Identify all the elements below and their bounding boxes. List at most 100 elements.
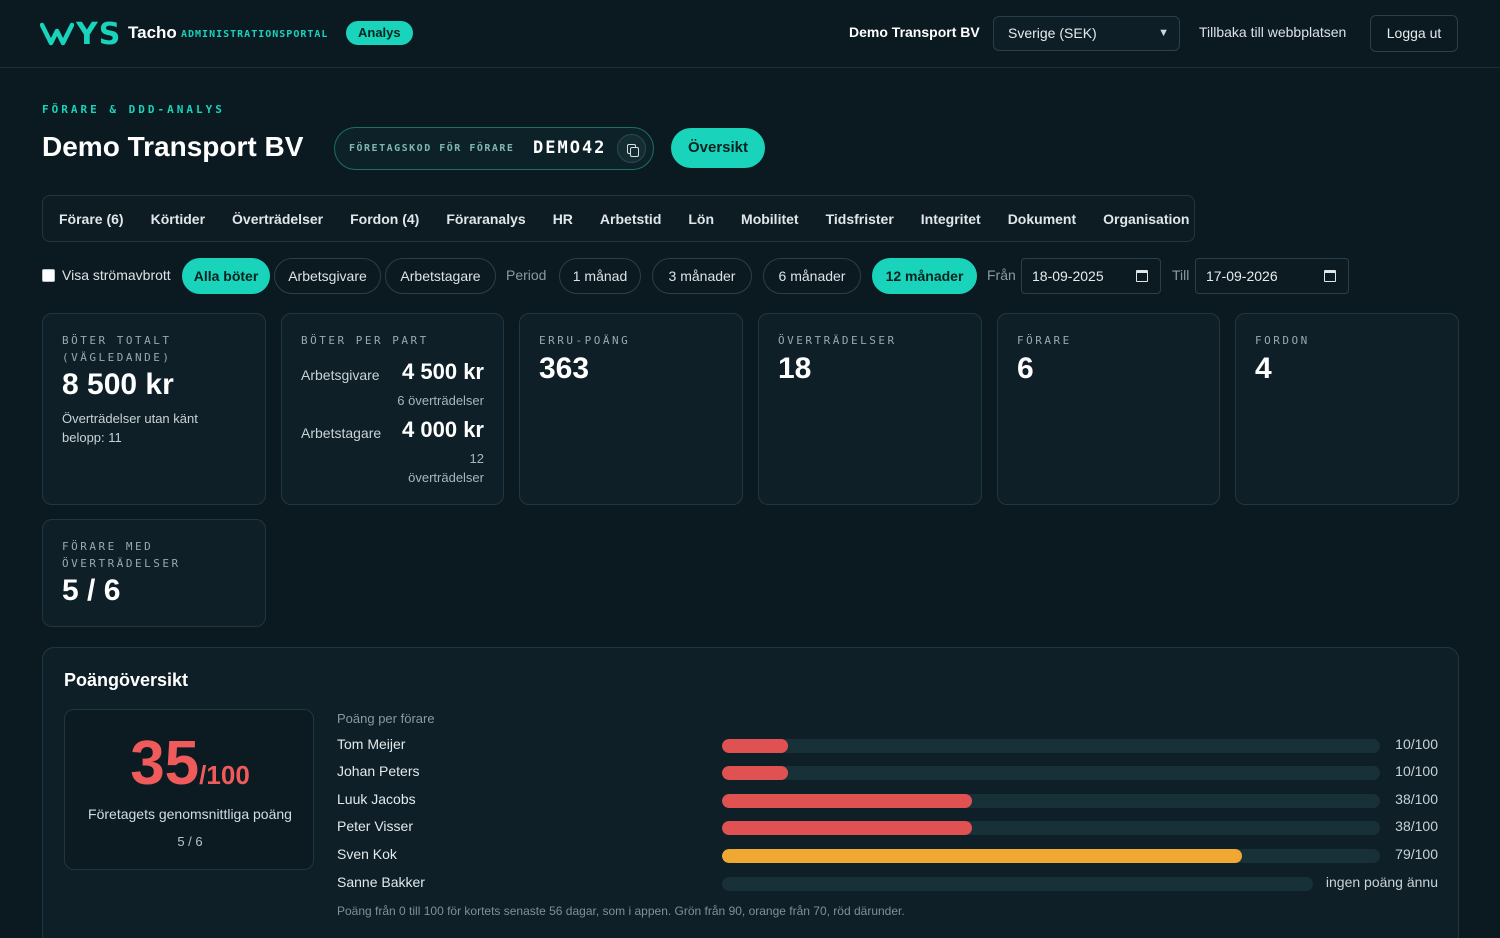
tab-integrity[interactable]: Integritet [921, 211, 981, 227]
tab-working-time[interactable]: Arbetstid [600, 211, 661, 227]
driver-score: ingen poäng ännu [1325, 874, 1438, 890]
score-footnote: Poäng från 0 till 100 för kortets senast… [337, 904, 905, 918]
from-label: Från [987, 267, 1016, 283]
stat-value: 18 [778, 352, 812, 385]
back-to-website-link[interactable]: Tillbaka till webbplatsen [1199, 24, 1346, 40]
tab-vehicles[interactable]: Fordon (4) [350, 211, 419, 227]
period-12-months[interactable]: 12 månader [872, 258, 977, 294]
tab-organisation[interactable]: Organisation [1103, 211, 1189, 227]
calendar-icon [1136, 270, 1148, 282]
country-select[interactable]: Sverige (SEK) ▼ [993, 16, 1180, 51]
tab-deadlines[interactable]: Tidsfrister [826, 211, 894, 227]
period-1-month[interactable]: 1 månad [559, 258, 641, 294]
driver-score-row: Sven Kok 79/100 [337, 846, 1438, 866]
score-bar-fill [722, 821, 973, 835]
page-title: Demo Transport BV [42, 131, 304, 162]
driver-score-row: Sanne Bakker ingen poäng ännu [337, 874, 1438, 894]
stat-label: ERRU-POÄNG [539, 334, 631, 347]
score-bar-track [722, 849, 1380, 863]
stat-card-total-fines: BÖTER TOTALT (VÄGLEDANDE) 8 500 kr Övert… [42, 313, 266, 505]
stat-label: ÖVERTRÄDELSER [778, 334, 897, 347]
driver-company-code: FÖRETAGSKOD FÖR FÖRARE DEMO42 [334, 127, 654, 170]
driver-name: Tom Meijer [337, 736, 406, 752]
score-bar-track [722, 766, 1380, 780]
section-tabs: Förare (6) Körtider Överträdelser Fordon… [42, 195, 1195, 242]
driver-name: Sven Kok [337, 846, 397, 862]
stat-value: 5 / 6 [62, 574, 121, 607]
tab-salary[interactable]: Lön [688, 211, 714, 227]
logo-mark-icon [40, 22, 74, 46]
filter-bar: Visa strömavbrott Alla böter Arbetsgivar… [42, 258, 1462, 294]
employer-label: Arbetsgivare [301, 367, 380, 383]
driver-score: 10/100 [1395, 736, 1438, 752]
top-header: YS Tacho ADMINISTRATIONSPORTAL Analys De… [0, 0, 1500, 68]
stat-card-drivers: FÖRARE 6 [997, 313, 1220, 505]
period-3-months[interactable]: 3 månader [652, 258, 752, 294]
employer-violations: 6 överträdelser [397, 393, 484, 408]
to-date-input[interactable]: 17-09-2026 [1195, 258, 1349, 294]
filter-all-fines[interactable]: Alla böter [182, 258, 270, 294]
period-6-months[interactable]: 6 månader [763, 258, 861, 294]
overview-button[interactable]: Översikt [671, 128, 765, 168]
score-bar-fill [722, 739, 788, 753]
employee-label: Arbetstagare [301, 425, 382, 441]
show-outages-label[interactable]: Visa strömavbrott [62, 267, 171, 283]
logo[interactable]: YS [40, 17, 121, 52]
tab-documents[interactable]: Dokument [1008, 211, 1076, 227]
tab-driver-analysis[interactable]: Föraranalys [446, 211, 525, 227]
calendar-icon [1324, 270, 1336, 282]
driver-score-list-title: Poäng per förare [337, 711, 435, 726]
company-average-score: 35/100 Företagets genomsnittliga poäng 5… [64, 709, 314, 870]
driver-name: Luuk Jacobs [337, 791, 416, 807]
tab-violations[interactable]: Överträdelser [232, 211, 323, 227]
company-code-value: DEMO42 [533, 138, 607, 158]
average-score-count: 5 / 6 [177, 834, 203, 849]
tab-mobility[interactable]: Mobilitet [741, 211, 799, 227]
tab-drivers[interactable]: Förare (6) [59, 211, 124, 227]
driver-score: 38/100 [1395, 791, 1438, 807]
show-outages-checkbox[interactable] [42, 269, 55, 282]
to-date-value: 17-09-2026 [1206, 268, 1278, 284]
header-company-name: Demo Transport BV [849, 24, 980, 40]
stat-card-vehicles: FORDON 4 [1235, 313, 1459, 505]
panel-title: Poängöversikt [64, 670, 189, 690]
driver-name: Johan Peters [337, 763, 420, 779]
average-score-denominator: /100 [199, 760, 250, 790]
employee-fine-value: 4 000 kr [402, 417, 484, 442]
stat-value: 4 [1255, 352, 1272, 385]
score-bar-track [722, 877, 1313, 891]
from-date-input[interactable]: 18-09-2025 [1021, 258, 1161, 294]
score-bar-track [722, 794, 1380, 808]
driver-score-row: Luuk Jacobs 38/100 [337, 791, 1438, 811]
employer-fine-value: 4 500 kr [402, 359, 484, 384]
employee-violations-count: 12 [469, 451, 484, 466]
tab-driving-times[interactable]: Körtider [151, 211, 205, 227]
filter-employer[interactable]: Arbetsgivare [274, 258, 381, 294]
stat-label: FORDON [1255, 334, 1310, 347]
stat-label: FÖRARE [1017, 334, 1072, 347]
score-overview-panel: Poängöversikt 35/100 Företagets genomsni… [42, 647, 1459, 938]
driver-score: 38/100 [1395, 818, 1438, 834]
to-label: Till [1172, 267, 1190, 283]
filter-employee[interactable]: Arbetstagare [385, 258, 496, 294]
score-bar-track [722, 739, 1380, 753]
stat-card-erru-points: ERRU-POÄNG 363 [519, 313, 743, 505]
tab-hr[interactable]: HR [553, 211, 573, 227]
score-bar-fill [722, 794, 973, 808]
driver-score: 10/100 [1395, 763, 1438, 779]
driver-score-row: Johan Peters 10/100 [337, 763, 1438, 783]
stat-label: BÖTER PER PART [301, 334, 429, 347]
driver-score-row: Tom Meijer 10/100 [337, 736, 1438, 756]
logout-button[interactable]: Logga ut [1370, 15, 1458, 52]
stat-label: FÖRARE MED [62, 540, 154, 553]
analys-badge: Analys [346, 21, 413, 45]
period-label: Period [506, 267, 547, 283]
chevron-down-icon: ▼ [1158, 27, 1169, 39]
copy-code-button[interactable] [617, 134, 646, 163]
from-date-value: 18-09-2025 [1032, 268, 1104, 284]
stat-card-violations: ÖVERTRÄDELSER 18 [758, 313, 982, 505]
stat-card-drivers-with-violations: FÖRARE MED ÖVERTRÄDELSER 5 / 6 [42, 519, 266, 627]
score-bar-fill [722, 766, 788, 780]
driver-score-row: Peter Visser 38/100 [337, 818, 1438, 838]
score-bar-fill [722, 849, 1242, 863]
